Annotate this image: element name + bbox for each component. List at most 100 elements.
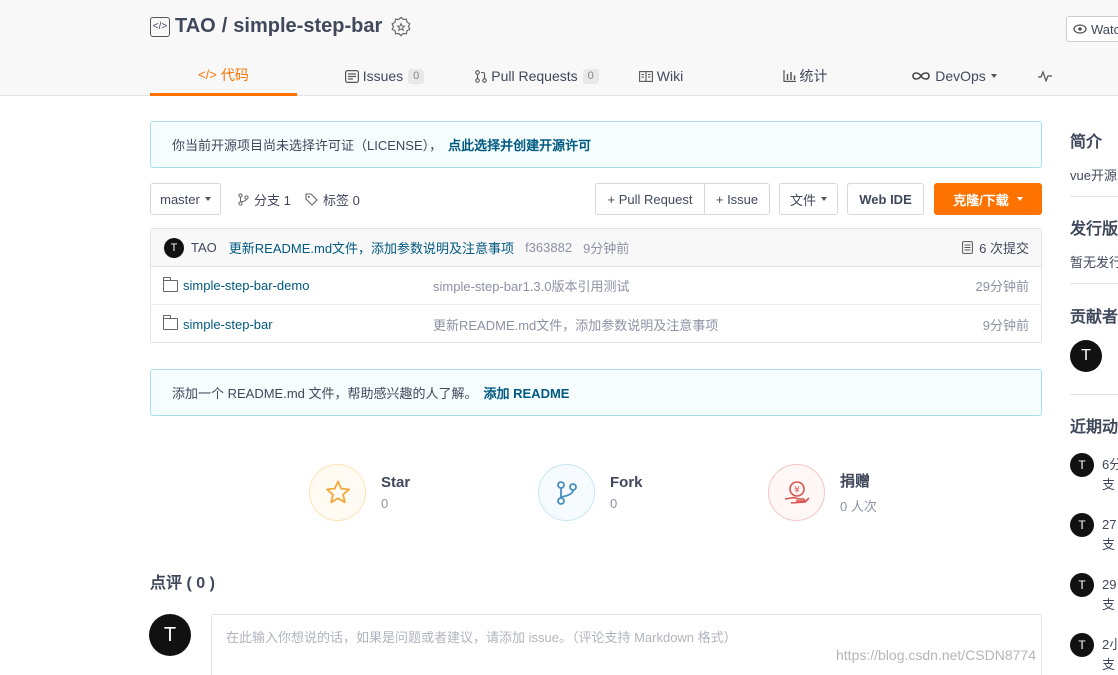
activity-item[interactable]: 27 支: [1102, 515, 1116, 555]
activity-text: 支: [1102, 537, 1116, 552]
tab-more[interactable]: [1018, 56, 1058, 96]
fork-stat[interactable]: Fork 0: [538, 464, 643, 521]
star-count: 0: [381, 496, 389, 511]
repo-owner-link[interactable]: TAO: [175, 15, 216, 38]
pulse-icon: [1038, 70, 1052, 82]
file-row: simple-step-bar 更新README.md文件，添加参数说明及注意事…: [151, 305, 1041, 343]
tab-wiki[interactable]: Wiki: [602, 56, 720, 96]
avatar[interactable]: T: [1070, 340, 1102, 372]
add-readme-link[interactable]: 添加 README: [484, 383, 570, 402]
tag-icon: [305, 192, 318, 206]
tab-devops-label: DevOps: [935, 68, 986, 84]
issues-icon: [344, 69, 359, 83]
eye-icon: [1073, 24, 1087, 34]
avatar[interactable]: T: [1070, 513, 1094, 537]
activity-time: 27: [1102, 517, 1117, 532]
file-link[interactable]: simple-step-bar: [163, 315, 273, 332]
branches-label: 分支 1: [254, 192, 291, 208]
sidebar-contributors-title[interactable]: 贡献者: [1070, 303, 1118, 327]
repo-toolbar: master 分支 1 标签 0 + Pull Request + Issue …: [150, 183, 1042, 215]
sidebar-release-title[interactable]: 发行版: [1070, 215, 1118, 239]
donate-count: 0 人次: [840, 499, 877, 514]
branch-select[interactable]: master: [150, 183, 221, 215]
comment-input[interactable]: 在此输入你想说的话，如果是问题或者建议，请添加 issue。（评论支持 Mark…: [211, 614, 1042, 675]
commits-count-link[interactable]: 6 次提交: [962, 238, 1029, 257]
readme-notice-text: 添加一个 README.md 文件，帮助感兴趣的人了解。: [172, 386, 478, 401]
clone-download-button[interactable]: 克隆/下载: [934, 183, 1042, 215]
commit-hash-link[interactable]: f363882: [525, 240, 572, 255]
repo-header: </> TAO / simple-step-bar Watc </> 代码 Is…: [0, 0, 1118, 96]
activity-text: 支: [1102, 477, 1116, 492]
sidebar-release-text: 暂无发行: [1070, 255, 1118, 270]
sidebar-intro-text: vue开源: [1070, 168, 1117, 183]
repo-name-link[interactable]: simple-step-bar: [233, 15, 382, 38]
commit-message-link[interactable]: 更新README.md文件，添加参数说明及注意事项: [229, 238, 514, 257]
tab-issues-label: Issues: [362, 68, 404, 84]
file-commit-time: 9分钟前: [982, 317, 1029, 333]
tab-code-label: 代码: [220, 66, 249, 83]
clone-download-label: 克隆/下载: [953, 192, 1009, 208]
sidebar-divider: [1070, 394, 1118, 395]
create-license-link[interactable]: 点此选择并创建开源许可: [448, 135, 591, 154]
tab-issues[interactable]: Issues 0: [297, 56, 472, 96]
file-list: T TAO 更新README.md文件，添加参数说明及注意事项 f363882 …: [150, 228, 1042, 343]
donate-hand-icon: ¥: [784, 480, 810, 504]
issues-count-badge: 0: [408, 68, 425, 84]
web-ide-button[interactable]: Web IDE: [847, 183, 924, 215]
tab-devops[interactable]: DevOps: [890, 56, 1018, 96]
commit-time: 9分钟前: [583, 241, 630, 256]
tab-pull-requests[interactable]: Pull Requests 0: [472, 56, 602, 96]
avatar[interactable]: T: [1070, 453, 1094, 477]
watch-button[interactable]: Watc: [1066, 16, 1118, 42]
avatar[interactable]: T: [164, 237, 184, 258]
file-link[interactable]: simple-step-bar-demo: [163, 276, 309, 293]
tab-stats-label: 统计: [799, 68, 828, 84]
donate-label: 捐赠: [840, 473, 871, 490]
file-name: simple-step-bar: [183, 316, 273, 332]
svg-text:¥: ¥: [794, 485, 800, 495]
donate-stat[interactable]: ¥ 捐赠 0 人次: [768, 464, 877, 521]
donate-button[interactable]: ¥: [768, 464, 825, 521]
branches-link[interactable]: 分支 1: [238, 183, 291, 215]
avatar[interactable]: T: [1070, 573, 1094, 597]
star-icon: [325, 480, 350, 504]
comments-title: 点评 ( 0 ): [150, 575, 215, 592]
chevron-down-icon: [990, 74, 997, 78]
fork-button[interactable]: [538, 464, 595, 521]
activity-item[interactable]: 2小支: [1102, 635, 1118, 675]
star-label: Star: [381, 474, 411, 491]
tags-link[interactable]: 标签 0: [305, 183, 360, 215]
watermark: https://blog.csdn.net/CSDN8774: [836, 647, 1037, 663]
fork-icon: [556, 480, 577, 505]
activity-time: 29: [1102, 577, 1117, 592]
activity-item[interactable]: 29 支: [1102, 575, 1116, 615]
license-notice: 你当前开源项目尚未选择许可证（LICENSE）， 点此选择并创建开源许可: [150, 121, 1042, 168]
repo-tabs: </> 代码 Issues 0 Pull Requests 0 Wiki 统计 …: [150, 56, 1058, 96]
activity-item[interactable]: 6分支: [1102, 455, 1118, 495]
chevron-down-icon: [204, 197, 211, 201]
avatar[interactable]: T: [1070, 633, 1094, 657]
files-dropdown-label: 文件: [789, 192, 816, 208]
star-button[interactable]: [309, 464, 366, 521]
new-issue-button[interactable]: + Issue: [704, 183, 770, 215]
sidebar-divider: [1070, 196, 1118, 197]
file-row: simple-step-bar-demo simple-step-bar1.3.…: [151, 267, 1041, 305]
commit-author[interactable]: TAO: [191, 240, 217, 255]
chevron-down-icon: [821, 197, 827, 201]
fork-label: Fork: [610, 474, 643, 491]
latest-commit-row: T TAO 更新README.md文件，添加参数说明及注意事项 f363882 …: [151, 229, 1041, 267]
repo-separator: /: [221, 15, 228, 37]
tab-stats[interactable]: 统计: [720, 56, 890, 96]
tab-code[interactable]: </> 代码: [150, 56, 297, 96]
star-stat[interactable]: Star 0: [309, 464, 410, 521]
sidebar-divider: [1070, 283, 1118, 284]
new-pull-request-button[interactable]: + Pull Request: [595, 183, 705, 215]
files-dropdown-button[interactable]: 文件: [779, 183, 838, 215]
activity-text: 支: [1102, 657, 1116, 672]
avatar[interactable]: T: [149, 614, 191, 656]
branch-select-label: master: [160, 191, 200, 207]
file-commit-message[interactable]: simple-step-bar1.3.0版本引用测试: [433, 276, 630, 295]
file-commit-message[interactable]: 更新README.md文件，添加参数说明及注意事项: [433, 315, 718, 334]
code-icon: </>: [198, 67, 217, 82]
commits-count-label: 6 次提交: [979, 241, 1029, 256]
